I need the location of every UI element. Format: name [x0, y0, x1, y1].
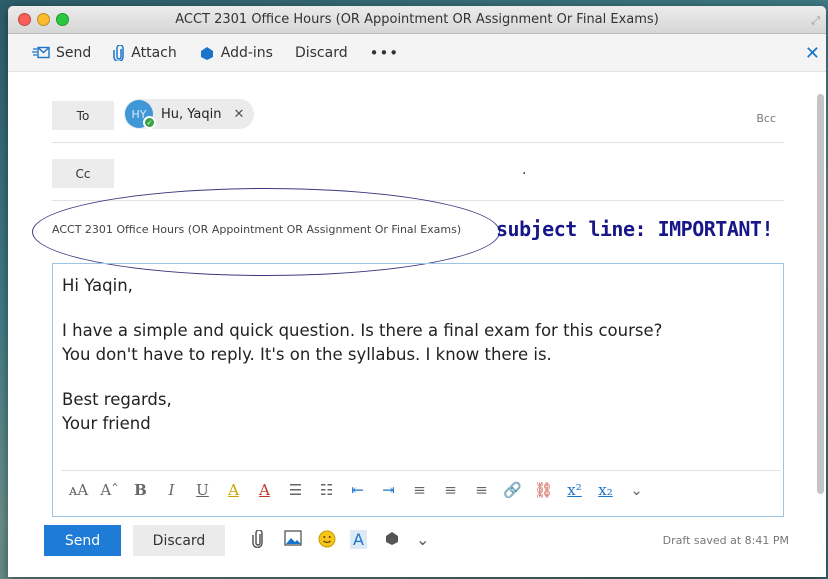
- title-bar: ACCT 2301 Office Hours (OR Appointment O…: [8, 6, 826, 34]
- superscript-icon[interactable]: x²: [559, 481, 590, 499]
- align-right-icon[interactable]: ≡: [466, 481, 497, 499]
- draft-status: Draft saved at 8:41 PM: [662, 534, 789, 547]
- message-line-1: I have a simple and quick question. Is t…: [62, 321, 663, 340]
- resize-icon[interactable]: ⤢: [811, 14, 820, 28]
- font-color-icon[interactable]: A: [249, 481, 280, 499]
- discard-toolbar-button[interactable]: Discard: [295, 45, 348, 61]
- send-icon: [32, 46, 50, 60]
- chevron-down-icon[interactable]: ⌄: [621, 481, 652, 499]
- remove-recipient-icon[interactable]: ✕: [234, 107, 245, 122]
- paperclip-icon: [113, 44, 125, 61]
- more-options-button[interactable]: •••: [370, 44, 400, 62]
- unlink-icon[interactable]: ⛓: [528, 481, 559, 499]
- align-left-icon[interactable]: ≡: [404, 481, 435, 499]
- compose-toolbar: Send Attach Add-ins Discard ••• ✕: [8, 34, 826, 72]
- message-closing: Best regards,: [62, 390, 172, 409]
- send-button[interactable]: Send: [44, 525, 121, 556]
- link-icon[interactable]: 🔗: [497, 481, 528, 499]
- grow-font-icon[interactable]: Aˆ: [94, 481, 125, 499]
- recipient-chip[interactable]: HY ✓ Hu, Yaqin ✕: [124, 99, 255, 129]
- online-status-icon: ✓: [143, 116, 156, 129]
- subject-field[interactable]: ACCT 2301 Office Hours (OR Appointment O…: [52, 220, 472, 240]
- message-body[interactable]: Hi Yaqin, I have a simple and quick ques…: [52, 263, 784, 517]
- subscript-icon[interactable]: x₂: [590, 481, 621, 499]
- addins-icon[interactable]: [384, 530, 400, 550]
- message-line-2: You don't have to reply. It's on the syl…: [62, 345, 552, 364]
- cc-button[interactable]: Cc: [52, 159, 114, 188]
- attach-toolbar-button[interactable]: Attach: [113, 44, 177, 61]
- to-button[interactable]: To: [52, 101, 114, 130]
- bold-icon[interactable]: B: [125, 481, 156, 499]
- underline-icon[interactable]: U: [187, 481, 218, 499]
- italic-icon[interactable]: I: [156, 481, 187, 499]
- to-field-row: To HY ✓ Hu, Yaqin ✕ Bcc: [52, 92, 784, 143]
- avatar: HY ✓: [125, 100, 156, 129]
- send-toolbar-label: Send: [56, 44, 92, 61]
- more-options-chevron-icon[interactable]: ⌄: [416, 530, 429, 549]
- window-title: ACCT 2301 Office Hours (OR Appointment O…: [175, 12, 659, 27]
- compose-footer: Send Discard A ⌄ Draft saved at 8:41 PM: [44, 525, 789, 559]
- addins-toolbar-label: Add-ins: [220, 44, 273, 61]
- bullets-icon[interactable]: ☰: [280, 481, 311, 499]
- subject-annotation: subject line: IMPORTANT!: [496, 217, 773, 241]
- cc-input[interactable]: .: [522, 162, 526, 178]
- vertical-scrollbar[interactable]: [817, 94, 824, 494]
- discard-button[interactable]: Discard: [133, 525, 225, 556]
- indent-icon[interactable]: ⇥: [373, 481, 404, 499]
- discard-toolbar-label: Discard: [294, 44, 348, 61]
- send-toolbar-button[interactable]: Send: [32, 45, 91, 61]
- addins-icon: [199, 45, 215, 61]
- attach-file-icon[interactable]: [252, 529, 264, 552]
- message-signature: Your friend: [62, 414, 151, 433]
- highlight-icon[interactable]: A: [218, 481, 249, 499]
- align-center-icon[interactable]: ≡: [435, 481, 466, 499]
- insert-picture-icon[interactable]: [284, 530, 302, 550]
- attach-toolbar-label: Attach: [131, 44, 177, 61]
- numbering-icon[interactable]: ☷: [311, 481, 342, 499]
- font-size-icon[interactable]: ᴀA: [63, 481, 94, 499]
- addins-toolbar-button[interactable]: Add-ins: [199, 45, 273, 61]
- subject-text: ACCT 2301 Office Hours (OR Appointment O…: [52, 223, 462, 236]
- emoji-icon[interactable]: [318, 530, 336, 552]
- compose-window: ACCT 2301 Office Hours (OR Appointment O…: [8, 6, 826, 577]
- bcc-link[interactable]: Bcc: [756, 112, 776, 125]
- formatting-toolbar: ᴀA Aˆ B I U A A ☰ ☷ ⇤ ⇥ ≡ ≡ ≡ 🔗 ⛓ x² x₂ …: [61, 470, 781, 508]
- recipient-name: Hu, Yaqin: [161, 106, 222, 122]
- cc-field-row: Cc .: [52, 150, 784, 201]
- close-compose-icon[interactable]: ✕: [805, 43, 820, 64]
- formatting-toggle-icon[interactable]: A: [350, 530, 367, 549]
- message-greeting: Hi Yaqin,: [62, 276, 133, 295]
- outdent-icon[interactable]: ⇤: [342, 481, 373, 499]
